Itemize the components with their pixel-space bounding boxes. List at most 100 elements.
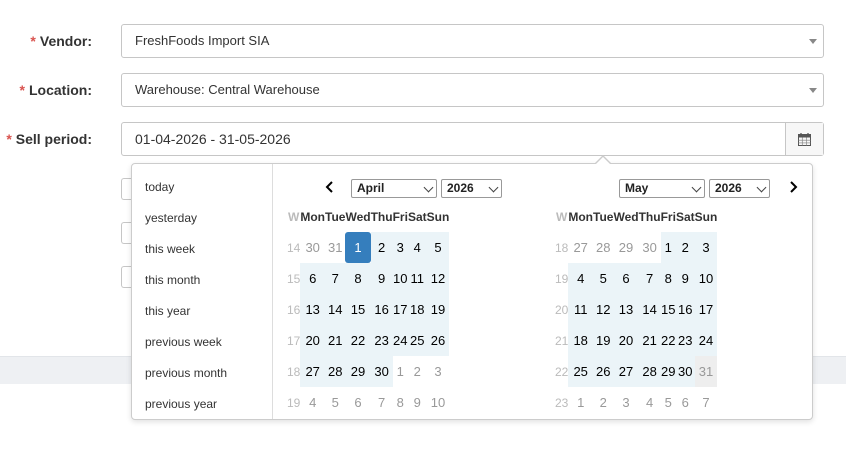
calendar-day[interactable]: 2 [370, 232, 393, 263]
calendar-day[interactable]: 23 [675, 325, 695, 356]
calendar-day[interactable]: 26 [426, 325, 450, 356]
calendar-day[interactable]: 14 [325, 294, 346, 325]
calendar-day[interactable]: 1 [660, 232, 676, 263]
calendar-day[interactable]: 16 [675, 294, 695, 325]
calendar-day[interactable]: 28 [638, 356, 661, 387]
calendar-day[interactable]: 7 [638, 263, 661, 294]
calendar-day[interactable]: 13 [613, 294, 639, 325]
calendar-day[interactable]: 15 [660, 294, 676, 325]
calendar-day[interactable]: 20 [300, 325, 326, 356]
calendar-day[interactable]: 5 [593, 263, 614, 294]
calendar-day[interactable]: 18 [568, 325, 594, 356]
calendar-day[interactable]: 15 [345, 294, 371, 325]
calendar-day[interactable]: 10 [694, 263, 718, 294]
calendar-day[interactable]: 10 [427, 387, 450, 418]
preset-range-item[interactable]: previous month [132, 358, 272, 389]
calendar-day[interactable]: 28 [593, 232, 613, 263]
calendar-day[interactable]: 6 [613, 263, 639, 294]
calendar-day[interactable]: 5 [661, 387, 676, 418]
calendar-day[interactable]: 12 [426, 263, 450, 294]
calendar-day[interactable]: 5 [426, 232, 450, 263]
year-select[interactable]: 2026 [709, 179, 770, 198]
calendar-day[interactable]: 1 [345, 232, 371, 263]
calendar-day[interactable]: 31 [325, 232, 345, 263]
calendar-day[interactable]: 27 [613, 356, 639, 387]
calendar-day[interactable]: 25 [407, 325, 427, 356]
calendar-day[interactable]: 9 [370, 263, 393, 294]
calendar-button[interactable] [785, 123, 823, 155]
calendar-day[interactable]: 7 [371, 387, 393, 418]
calendar-day[interactable]: 7 [695, 387, 718, 418]
calendar-day[interactable]: 9 [675, 263, 695, 294]
calendar-day[interactable]: 7 [325, 263, 346, 294]
calendar-day[interactable]: 8 [393, 387, 408, 418]
calendar-day[interactable]: 21 [325, 325, 346, 356]
calendar-day[interactable]: 2 [593, 387, 613, 418]
calendar-day[interactable]: 30 [675, 356, 695, 387]
preset-range-item[interactable]: yesterday [132, 203, 272, 234]
calendar-day[interactable]: 2 [675, 232, 695, 263]
calendar-day[interactable]: 24 [392, 325, 408, 356]
calendar-day[interactable]: 11 [568, 294, 594, 325]
calendar-day[interactable]: 3 [427, 356, 450, 387]
calendar-day[interactable]: 25 [568, 356, 594, 387]
month-select[interactable]: May [619, 179, 705, 198]
calendar-day[interactable]: 30 [300, 232, 325, 263]
calendar-day[interactable]: 6 [345, 387, 370, 418]
calendar-day[interactable]: 6 [676, 387, 695, 418]
month-select[interactable]: April [351, 179, 437, 198]
vendor-select[interactable]: FreshFoods Import SIA [121, 24, 824, 58]
calendar-day[interactable]: 4 [639, 387, 661, 418]
calendar-day[interactable]: 3 [694, 232, 718, 263]
calendar-day[interactable]: 14 [638, 294, 661, 325]
calendar-day[interactable]: 30 [639, 232, 661, 263]
calendar-day[interactable]: 13 [300, 294, 326, 325]
next-month-button[interactable] [786, 179, 800, 195]
preset-range-item[interactable]: previous week [132, 327, 272, 358]
calendar-day[interactable]: 17 [694, 294, 718, 325]
calendar-day[interactable]: 31 [694, 356, 718, 387]
calendar-day[interactable]: 4 [568, 263, 594, 294]
preset-range-item[interactable]: today [132, 172, 272, 203]
calendar-day[interactable]: 16 [370, 294, 393, 325]
calendar-day[interactable]: 24 [694, 325, 718, 356]
calendar-day[interactable]: 6 [300, 263, 326, 294]
calendar-day[interactable]: 23 [370, 325, 393, 356]
sell-period-input[interactable]: 01-04-2026 - 31-05-2026 [121, 122, 824, 156]
calendar-day[interactable]: 8 [660, 263, 676, 294]
calendar-day[interactable]: 26 [593, 356, 614, 387]
calendar-day[interactable]: 3 [613, 387, 638, 418]
calendar-day[interactable]: 22 [660, 325, 676, 356]
preset-range-item[interactable]: this year [132, 296, 272, 327]
calendar-day[interactable]: 22 [345, 325, 371, 356]
preset-range-item[interactable]: previous year [132, 389, 272, 420]
calendar-day[interactable]: 20 [613, 325, 639, 356]
calendar-day[interactable]: 27 [300, 356, 326, 387]
calendar-day[interactable]: 30 [370, 356, 393, 387]
calendar-day[interactable]: 8 [345, 263, 371, 294]
calendar-day[interactable]: 5 [325, 387, 345, 418]
prev-month-button[interactable] [323, 179, 337, 195]
calendar-day[interactable]: 19 [426, 294, 450, 325]
calendar-day[interactable]: 3 [392, 232, 408, 263]
calendar-day[interactable]: 1 [568, 387, 593, 418]
calendar-day[interactable]: 12 [593, 294, 614, 325]
calendar-day[interactable]: 10 [392, 263, 408, 294]
calendar-day[interactable]: 17 [392, 294, 408, 325]
calendar-day[interactable]: 19 [593, 325, 614, 356]
calendar-day[interactable]: 4 [407, 232, 427, 263]
calendar-day[interactable]: 28 [325, 356, 346, 387]
calendar-day[interactable]: 21 [638, 325, 661, 356]
calendar-day[interactable]: 1 [393, 356, 408, 387]
calendar-day[interactable]: 27 [568, 232, 593, 263]
calendar-day[interactable]: 2 [408, 356, 427, 387]
calendar-day[interactable]: 29 [345, 356, 371, 387]
calendar-day[interactable]: 29 [660, 356, 676, 387]
calendar-day[interactable]: 9 [408, 387, 427, 418]
calendar-day[interactable]: 11 [407, 263, 427, 294]
year-select[interactable]: 2026 [441, 179, 502, 198]
preset-range-item[interactable]: this week [132, 234, 272, 265]
preset-range-item[interactable]: this month [132, 265, 272, 296]
calendar-day[interactable]: 4 [300, 387, 325, 418]
calendar-day[interactable]: 18 [407, 294, 427, 325]
